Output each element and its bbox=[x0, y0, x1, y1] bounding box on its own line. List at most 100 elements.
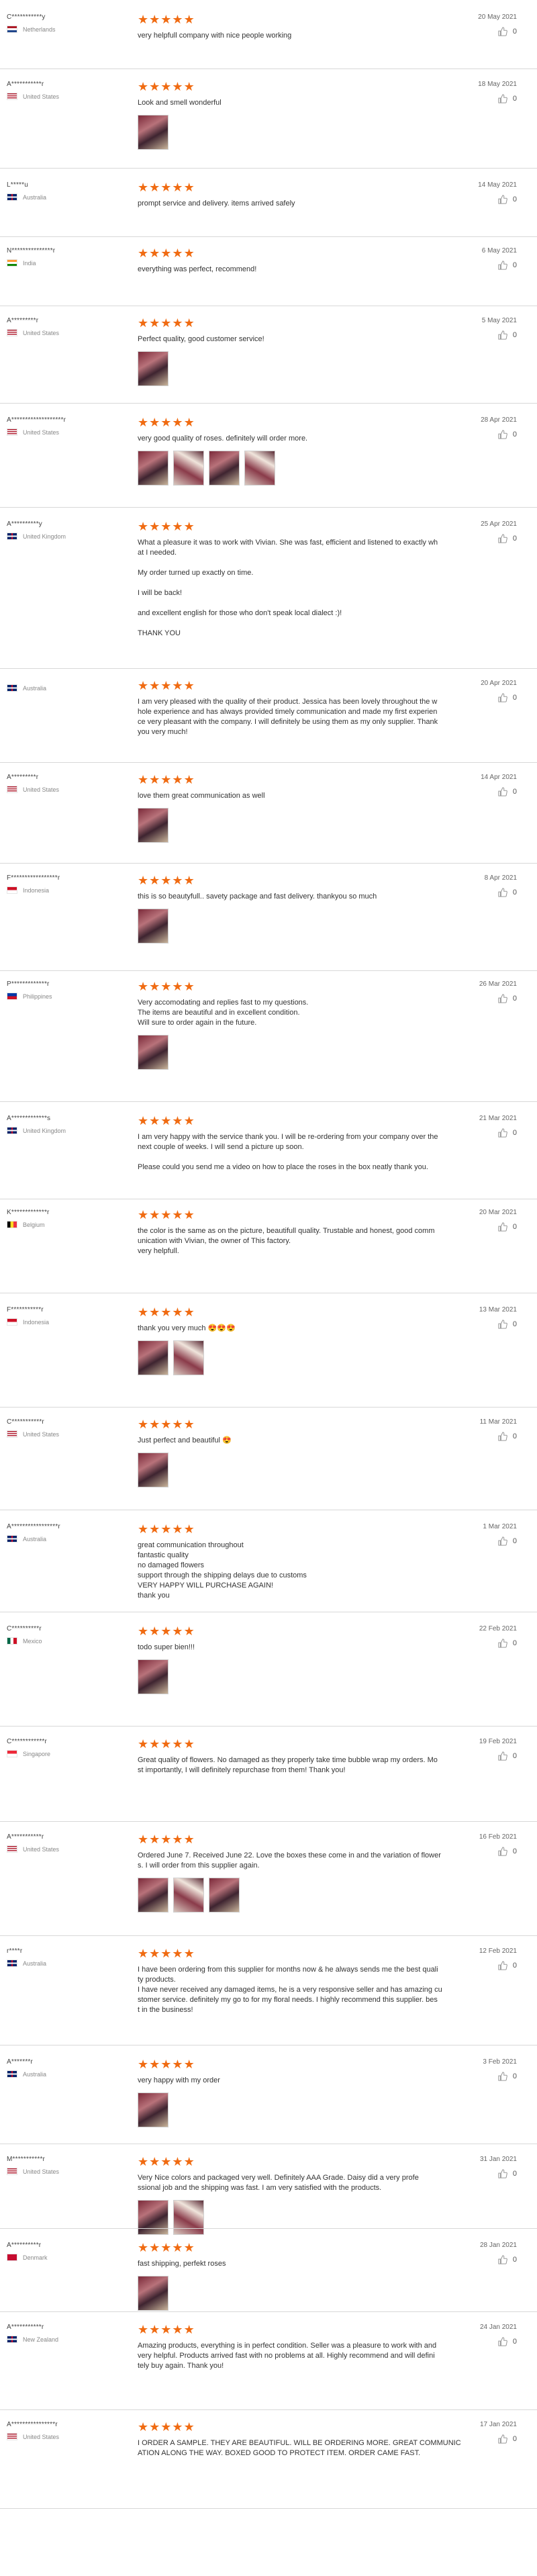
review-photo[interactable] bbox=[138, 1878, 168, 1913]
thumbs-up-icon[interactable] bbox=[498, 1432, 507, 1441]
review-photo[interactable] bbox=[173, 2200, 204, 2235]
review-photo[interactable] bbox=[138, 115, 168, 150]
flag-us-icon bbox=[7, 428, 17, 436]
review-photo[interactable] bbox=[138, 2200, 168, 2235]
useful-button[interactable]: 0 bbox=[498, 2434, 517, 2444]
useful-button[interactable]: 0 bbox=[498, 1961, 517, 1970]
thumbs-up-icon[interactable] bbox=[498, 888, 507, 897]
thumbs-up-icon[interactable] bbox=[498, 195, 507, 204]
star-icon: ★ bbox=[138, 1114, 149, 1128]
thumbs-up-icon[interactable] bbox=[498, 693, 507, 702]
star-icon: ★ bbox=[138, 416, 149, 429]
review-photo[interactable] bbox=[138, 351, 168, 386]
star-icon: ★ bbox=[172, 980, 183, 993]
review-date: 20 Mar 2021 bbox=[479, 1209, 517, 1216]
useful-button[interactable]: 0 bbox=[498, 27, 517, 36]
flag-mx-icon bbox=[7, 1637, 17, 1645]
star-icon: ★ bbox=[172, 1305, 183, 1319]
useful-button[interactable]: 0 bbox=[498, 1847, 517, 1856]
buyer-country: India bbox=[7, 259, 128, 267]
thumbs-up-icon[interactable] bbox=[498, 2434, 507, 2444]
buyer-name: C************r bbox=[7, 1738, 48, 1745]
useful-button[interactable]: 0 bbox=[498, 888, 517, 897]
useful-button[interactable]: 0 bbox=[498, 1639, 517, 1648]
buyer-name: A***********r bbox=[7, 2324, 44, 2331]
review-photos bbox=[138, 909, 507, 944]
useful-button[interactable]: 0 bbox=[498, 1320, 517, 1329]
star-icon: ★ bbox=[160, 2058, 172, 2071]
thumbs-up-icon[interactable] bbox=[498, 1222, 507, 1232]
thumbs-up-icon[interactable] bbox=[498, 787, 507, 796]
thumbs-up-icon[interactable] bbox=[498, 94, 507, 103]
review-photo[interactable] bbox=[173, 451, 204, 486]
review-photo[interactable] bbox=[138, 1453, 168, 1487]
thumbs-up-icon[interactable] bbox=[498, 2072, 507, 2081]
review-photo[interactable] bbox=[209, 451, 240, 486]
review-body: ★ ★ ★ ★ ★ Very Nice colors and packaged very … bbox=[138, 2156, 507, 2235]
useful-button[interactable]: 0 bbox=[498, 1222, 517, 1232]
review-text: love them great communication as well bbox=[138, 792, 265, 800]
thumbs-up-icon[interactable] bbox=[498, 2337, 507, 2346]
useful-button[interactable]: 0 bbox=[498, 261, 517, 270]
review-photo[interactable] bbox=[244, 451, 275, 486]
useful-button[interactable]: 0 bbox=[498, 787, 517, 796]
useful-button[interactable]: 0 bbox=[498, 195, 517, 204]
thumbs-up-icon[interactable] bbox=[498, 1961, 507, 1970]
thumbs-up-icon[interactable] bbox=[498, 330, 507, 340]
review-photo[interactable] bbox=[138, 909, 168, 944]
review-body: ★ ★ ★ ★ ★ great communication throughout fant… bbox=[138, 1523, 507, 1601]
review-photo[interactable] bbox=[138, 1035, 168, 1070]
thumbs-up-icon[interactable] bbox=[498, 1128, 507, 1138]
thumbs-up-icon[interactable] bbox=[498, 261, 507, 270]
useful-button[interactable]: 0 bbox=[498, 2255, 517, 2264]
review-photo[interactable] bbox=[138, 2092, 168, 2127]
review-date: 1 Mar 2021 bbox=[483, 1523, 517, 1530]
review-photo[interactable] bbox=[209, 1878, 240, 1913]
country-name: Denmark bbox=[23, 2254, 48, 2261]
useful-button[interactable]: 0 bbox=[498, 330, 517, 340]
thumbs-up-icon[interactable] bbox=[498, 1847, 507, 1856]
useful-button[interactable]: 0 bbox=[498, 1751, 517, 1761]
review-photo[interactable] bbox=[138, 1340, 168, 1375]
review-photo[interactable] bbox=[138, 1659, 168, 1694]
review-text: great communication throughout fantastic… bbox=[138, 1541, 307, 1600]
thumbs-up-icon[interactable] bbox=[498, 1639, 507, 1648]
thumbs-up-icon[interactable] bbox=[498, 430, 507, 439]
flag-us-icon bbox=[7, 93, 17, 100]
useful-button[interactable]: 0 bbox=[498, 94, 517, 103]
review-divider bbox=[0, 1821, 537, 1822]
useful-button[interactable]: 0 bbox=[498, 1128, 517, 1138]
star-icon: ★ bbox=[172, 1737, 183, 1751]
useful-count: 0 bbox=[512, 1537, 517, 1545]
useful-button[interactable]: 0 bbox=[498, 1536, 517, 1546]
review-photo[interactable] bbox=[173, 1340, 204, 1375]
useful-button[interactable]: 0 bbox=[498, 693, 517, 702]
review-photo[interactable] bbox=[138, 2276, 168, 2311]
star-icon: ★ bbox=[138, 80, 149, 93]
thumbs-up-icon[interactable] bbox=[498, 1536, 507, 1546]
thumbs-up-icon[interactable] bbox=[498, 2255, 507, 2264]
country-name: United States bbox=[23, 1845, 60, 1853]
useful-button[interactable]: 0 bbox=[498, 2072, 517, 2081]
thumbs-up-icon[interactable] bbox=[498, 27, 507, 36]
review-text: thank you very much 😍😍😍 bbox=[138, 1324, 236, 1332]
buyer-country: United States bbox=[7, 786, 128, 793]
review-divider bbox=[0, 1726, 537, 1727]
review-text: Perfect quality, good customer service! bbox=[138, 335, 264, 343]
review-photo[interactable] bbox=[138, 451, 168, 486]
useful-button[interactable]: 0 bbox=[498, 2169, 517, 2178]
useful-button[interactable]: 0 bbox=[498, 430, 517, 439]
useful-button[interactable]: 0 bbox=[498, 1432, 517, 1441]
useful-button[interactable]: 0 bbox=[498, 534, 517, 543]
useful-button[interactable]: 0 bbox=[498, 994, 517, 1003]
thumbs-up-icon[interactable] bbox=[498, 1320, 507, 1329]
review-photo[interactable] bbox=[138, 808, 168, 843]
flag-dk-icon bbox=[7, 2254, 17, 2261]
useful-button[interactable]: 0 bbox=[498, 2337, 517, 2346]
thumbs-up-icon[interactable] bbox=[498, 534, 507, 543]
thumbs-up-icon[interactable] bbox=[498, 2169, 507, 2178]
review-photo[interactable] bbox=[173, 1878, 204, 1913]
star-icon: ★ bbox=[160, 416, 172, 429]
thumbs-up-icon[interactable] bbox=[498, 1751, 507, 1761]
thumbs-up-icon[interactable] bbox=[498, 994, 507, 1003]
